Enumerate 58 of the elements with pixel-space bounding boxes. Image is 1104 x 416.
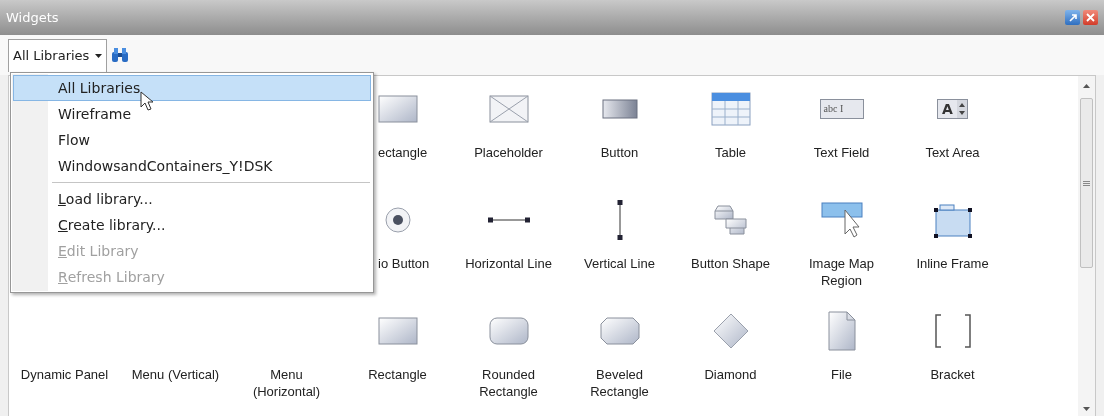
- widget-label[interactable]: Inline Frame: [916, 255, 989, 272]
- scroll-thumb[interactable]: [1080, 98, 1093, 268]
- file-icon: [827, 311, 856, 351]
- widget-label[interactable]: Rectangle: [368, 366, 427, 383]
- window-title: Widgets: [6, 8, 59, 27]
- widget-label[interactable]: Vertical Line: [584, 255, 655, 272]
- bracket-icon: [932, 314, 973, 348]
- menu-item[interactable]: All Libraries: [13, 75, 371, 101]
- widget-label[interactable]: Horizontal Line: [465, 255, 552, 272]
- scrollbar[interactable]: [1078, 76, 1095, 416]
- rectangle-icon: [377, 95, 418, 123]
- close-icon: [1086, 13, 1095, 22]
- widget-label[interactable]: Beveled Rectangle: [569, 366, 670, 400]
- widget-label[interactable]: ectangle: [378, 144, 428, 161]
- image-map-icon: [820, 202, 863, 238]
- table-icon: [710, 92, 751, 126]
- widget-label[interactable]: Image Map Region: [791, 255, 892, 289]
- button-shape-icon: [711, 203, 750, 237]
- text-field-icon: abc I: [819, 99, 864, 119]
- rounded-rectangle-icon: [488, 317, 529, 345]
- widget-label[interactable]: Button Shape: [691, 255, 770, 272]
- arrow-icon: [1067, 12, 1078, 23]
- widget-label[interactable]: Placeholder: [474, 144, 543, 161]
- menu-item[interactable]: Create library...: [13, 212, 371, 238]
- widget-label[interactable]: Text Area: [925, 144, 980, 161]
- widget-label[interactable]: File: [831, 366, 852, 383]
- horizontal-line-icon: [487, 217, 530, 223]
- menu-item[interactable]: Load library...: [13, 179, 371, 212]
- widget-label[interactable]: Table: [714, 144, 747, 161]
- widget-label[interactable]: Dynamic Panel: [20, 366, 109, 383]
- widget-label[interactable]: io Button: [378, 255, 430, 272]
- library-dropdown[interactable]: All Libraries: [8, 39, 108, 72]
- menu-item[interactable]: Wireframe: [13, 101, 371, 127]
- scroll-up-icon[interactable]: [1083, 84, 1090, 88]
- rectangle-icon: [377, 317, 418, 345]
- menu-item[interactable]: WindowsandContainers_Y!DSK: [13, 153, 371, 179]
- text-area-icon: A: [937, 99, 968, 119]
- caret-icon: [95, 54, 103, 58]
- close-button[interactable]: [1083, 10, 1098, 25]
- button-icon: [601, 99, 638, 119]
- vertical-line-icon: [616, 200, 623, 240]
- widget-label[interactable]: Bracket: [930, 366, 975, 383]
- binoculars-icon[interactable]: [111, 47, 130, 63]
- menu-item[interactable]: Flow: [13, 127, 371, 153]
- widget-label[interactable]: Diamond: [704, 366, 757, 383]
- widget-label[interactable]: Menu (Vertical): [131, 366, 220, 383]
- widget-label[interactable]: Menu (Horizontal): [236, 366, 337, 400]
- inline-frame-icon: [931, 202, 974, 238]
- scroll-down-icon[interactable]: [1083, 407, 1090, 411]
- placeholder-icon: [488, 95, 529, 123]
- widget-label[interactable]: Rounded Rectangle: [458, 366, 559, 400]
- pop-out-button[interactable]: [1065, 10, 1080, 25]
- mouse-cursor-icon: [140, 91, 154, 111]
- diamond-icon: [712, 313, 749, 349]
- widget-label[interactable]: Text Field: [813, 144, 870, 161]
- widget-label[interactable]: Button: [600, 144, 639, 161]
- radio-button-icon: [384, 207, 411, 233]
- grip-icon: [1083, 180, 1090, 186]
